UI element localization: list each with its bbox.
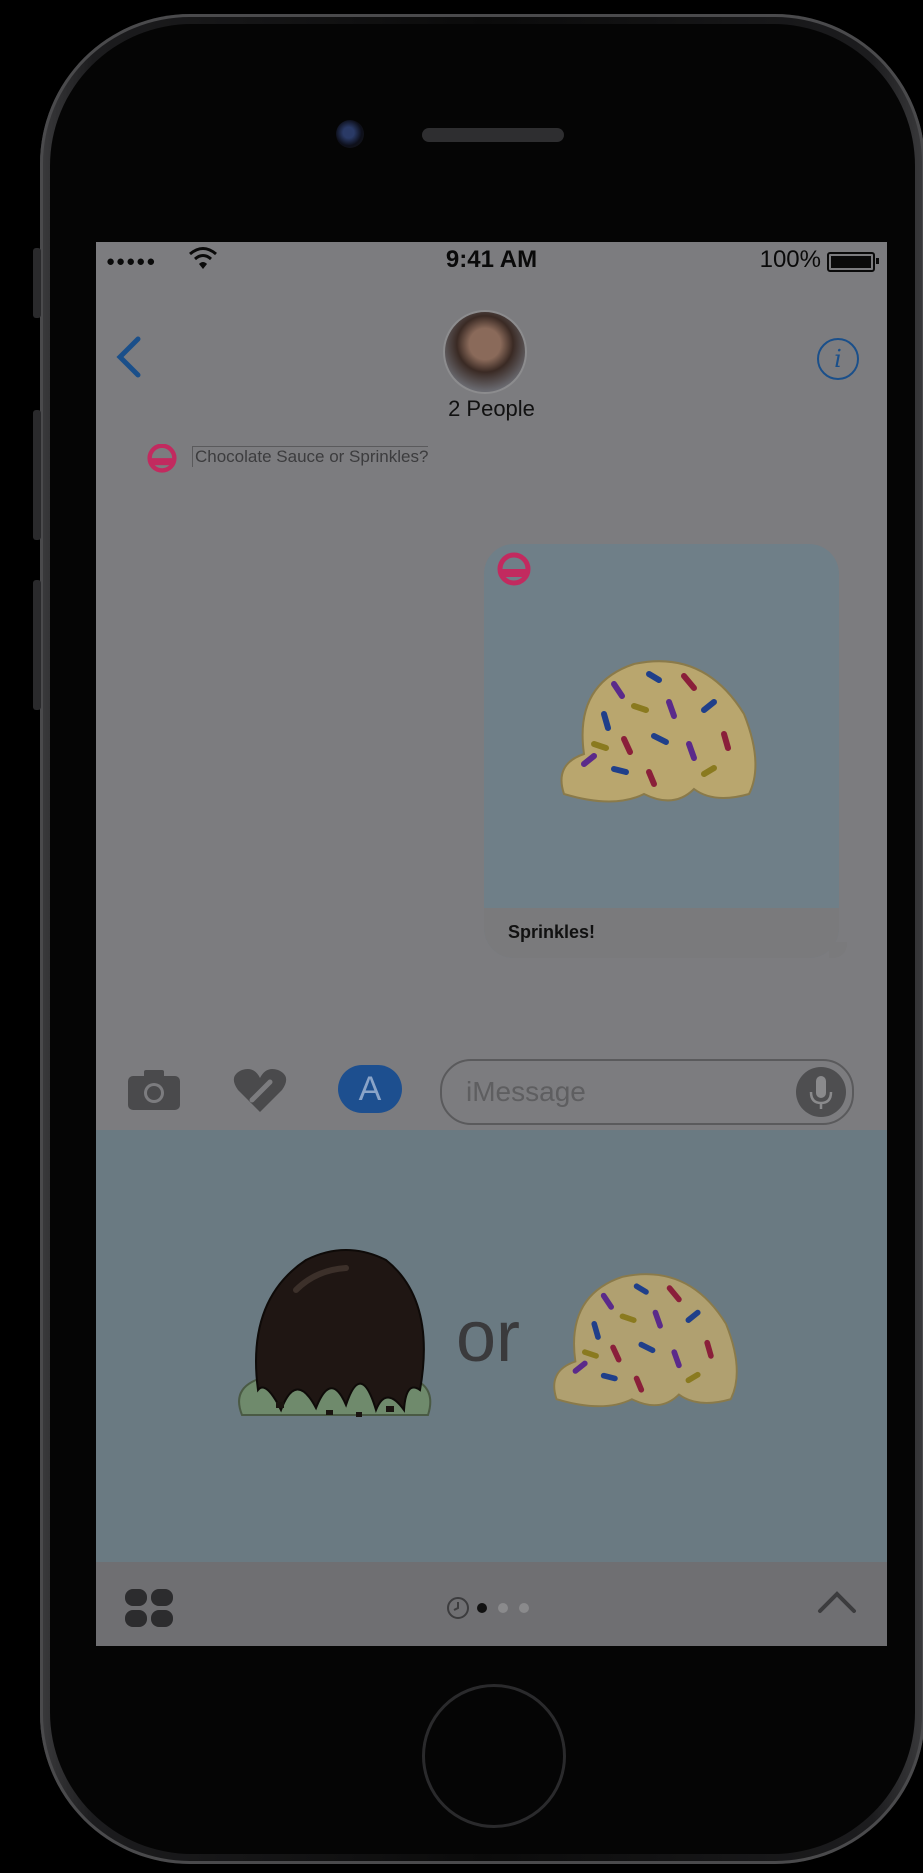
chevron-up-icon[interactable] [817,1590,857,1614]
outgoing-app-message-bubble[interactable]: Sprinkles! [484,544,839,958]
or-label: or [456,1297,521,1377]
page-dot [498,1603,508,1613]
mute-switch [33,248,41,318]
bubble-caption-bar: Sprinkles! [484,908,839,958]
app-store-button[interactable]: A [338,1065,402,1113]
back-button[interactable] [114,336,144,385]
contact-title[interactable]: 2 People [96,396,887,422]
battery-icon [827,252,879,272]
group-avatar[interactable] [443,310,527,394]
digital-touch-heart-icon[interactable] [232,1066,288,1114]
volume-down-button [33,580,41,710]
bubble-caption-text: Sprinkles! [508,922,596,942]
info-button[interactable]: i [817,338,859,380]
conversation-header: 2 People i [96,276,887,421]
ice-cream-app-icon [497,552,531,586]
chevron-left-icon [116,336,141,378]
sprinkles-ice-cream-option[interactable] [546,1258,746,1418]
incoming-message-text: Chocolate Sauce or Sprinkles? [192,446,429,467]
earpiece-speaker [422,128,564,142]
camera-icon[interactable] [126,1068,182,1112]
app-grid-icon[interactable] [124,1588,174,1628]
page-indicator[interactable] [446,1596,536,1620]
microphone-icon [809,1076,833,1109]
ice-cream-app-icon [147,444,177,473]
message-composer: A iMessage [96,1050,887,1130]
status-bar: ●●●●● 9:41 AM 100% [96,242,887,276]
home-button[interactable] [422,1684,566,1828]
chocolate-sauce-ice-cream-option[interactable] [236,1240,436,1430]
bubble-tail [829,942,847,958]
sprinkles-ice-cream-image [560,660,757,803]
app-drawer-panel: or [96,1130,887,1562]
messages-screen: ●●●●● 9:41 AM 100% 2 People i Chocolate … [96,242,887,1646]
microphone-button[interactable] [796,1067,846,1117]
front-camera [336,120,364,148]
page-dot [519,1603,529,1613]
app-store-icon: A [358,1070,382,1108]
recents-clock-icon [447,1597,469,1619]
page-dot-active [477,1603,487,1613]
battery-percent: 100% [759,246,821,273]
imessage-placeholder: iMessage [466,1076,586,1107]
imessage-input[interactable]: iMessage [440,1059,854,1125]
volume-up-button [33,410,41,540]
app-drawer-bar [96,1562,887,1646]
